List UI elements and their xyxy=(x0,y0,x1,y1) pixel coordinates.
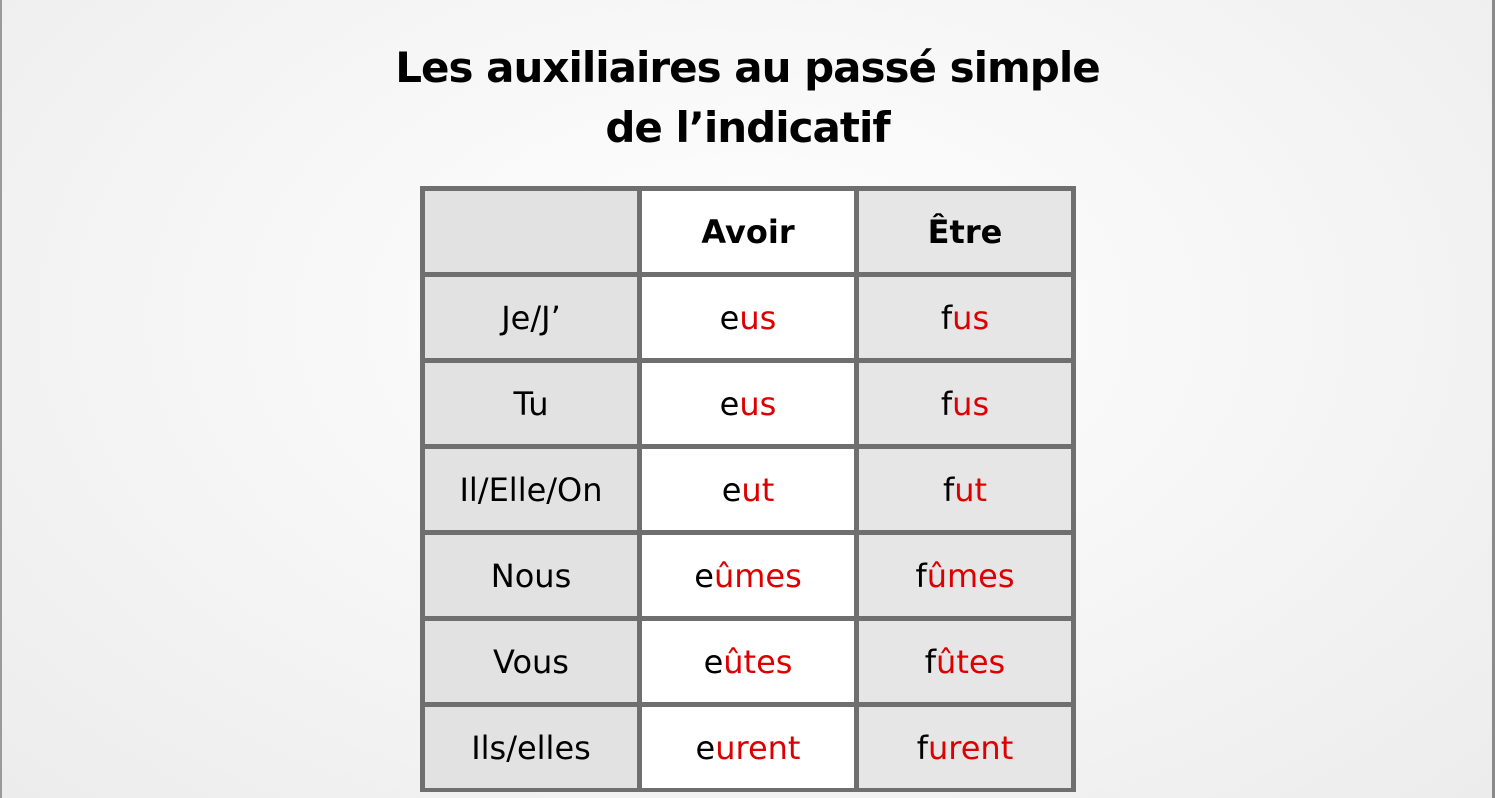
avoir-stem: e xyxy=(719,298,740,337)
title-line-1: Les auxiliaires au passé simple xyxy=(395,43,1100,92)
etre-ending: us xyxy=(952,384,990,423)
avoir-stem: e xyxy=(719,384,740,423)
etre-cell: fûtes xyxy=(859,621,1071,702)
etre-ending: ûtes xyxy=(936,642,1006,681)
etre-cell: fut xyxy=(859,449,1071,530)
avoir-cell: eûmes xyxy=(642,535,854,616)
avoir-stem: e xyxy=(703,642,724,681)
pronoun-cell: Tu xyxy=(425,363,637,444)
avoir-stem: e xyxy=(695,728,716,767)
table-row: Tu eus fus xyxy=(425,363,1071,444)
pronoun-cell: Je/J’ xyxy=(425,277,637,358)
etre-ending: urent xyxy=(928,728,1014,767)
pronoun-cell: Ils/elles xyxy=(425,707,637,788)
avoir-ending: urent xyxy=(715,728,801,767)
conjugation-table-frame: Avoir Être Je/J’ eus fus Tu eus fus Il/E… xyxy=(420,186,1076,792)
etre-stem: f xyxy=(940,298,953,337)
etre-stem: f xyxy=(924,642,937,681)
avoir-cell: eûtes xyxy=(642,621,854,702)
table-row: Nous eûmes fûmes xyxy=(425,535,1071,616)
avoir-ending: ut xyxy=(741,470,775,509)
etre-ending: ut xyxy=(954,470,988,509)
avoir-cell: eus xyxy=(642,277,854,358)
pronoun-cell: Il/Elle/On xyxy=(425,449,637,530)
avoir-ending: us xyxy=(739,384,777,423)
avoir-ending: us xyxy=(739,298,777,337)
title-line-2: de l’indicatif xyxy=(605,103,890,152)
table-row: Il/Elle/On eut fut xyxy=(425,449,1071,530)
avoir-stem: e xyxy=(694,556,714,595)
header-pronoun xyxy=(425,191,637,272)
etre-cell: fus xyxy=(859,277,1071,358)
conjugation-table: Avoir Être Je/J’ eus fus Tu eus fus Il/E… xyxy=(420,186,1076,793)
etre-stem: f xyxy=(942,470,955,509)
etre-cell: furent xyxy=(859,707,1071,788)
etre-stem: f xyxy=(916,728,928,767)
table-row: Je/J’ eus fus xyxy=(425,277,1071,358)
page-title: Les auxiliaires au passé simple de l’ind… xyxy=(0,38,1495,158)
avoir-cell: eurent xyxy=(642,707,854,788)
header-avoir: Avoir xyxy=(642,191,854,272)
etre-cell: fus xyxy=(859,363,1071,444)
etre-ending: us xyxy=(952,298,990,337)
etre-cell: fûmes xyxy=(859,535,1071,616)
header-etre: Être xyxy=(859,191,1071,272)
pronoun-cell: Nous xyxy=(425,535,637,616)
etre-stem: f xyxy=(940,384,953,423)
avoir-stem: e xyxy=(721,470,742,509)
etre-ending: ûmes xyxy=(926,556,1015,595)
table-header-row: Avoir Être xyxy=(425,191,1071,272)
etre-stem: f xyxy=(915,556,927,595)
avoir-ending: ûtes xyxy=(723,642,793,681)
table-row: Ils/elles eurent furent xyxy=(425,707,1071,788)
pronoun-cell: Vous xyxy=(425,621,637,702)
avoir-cell: eus xyxy=(642,363,854,444)
avoir-cell: eut xyxy=(642,449,854,530)
table-row: Vous eûtes fûtes xyxy=(425,621,1071,702)
avoir-ending: ûmes xyxy=(713,556,802,595)
